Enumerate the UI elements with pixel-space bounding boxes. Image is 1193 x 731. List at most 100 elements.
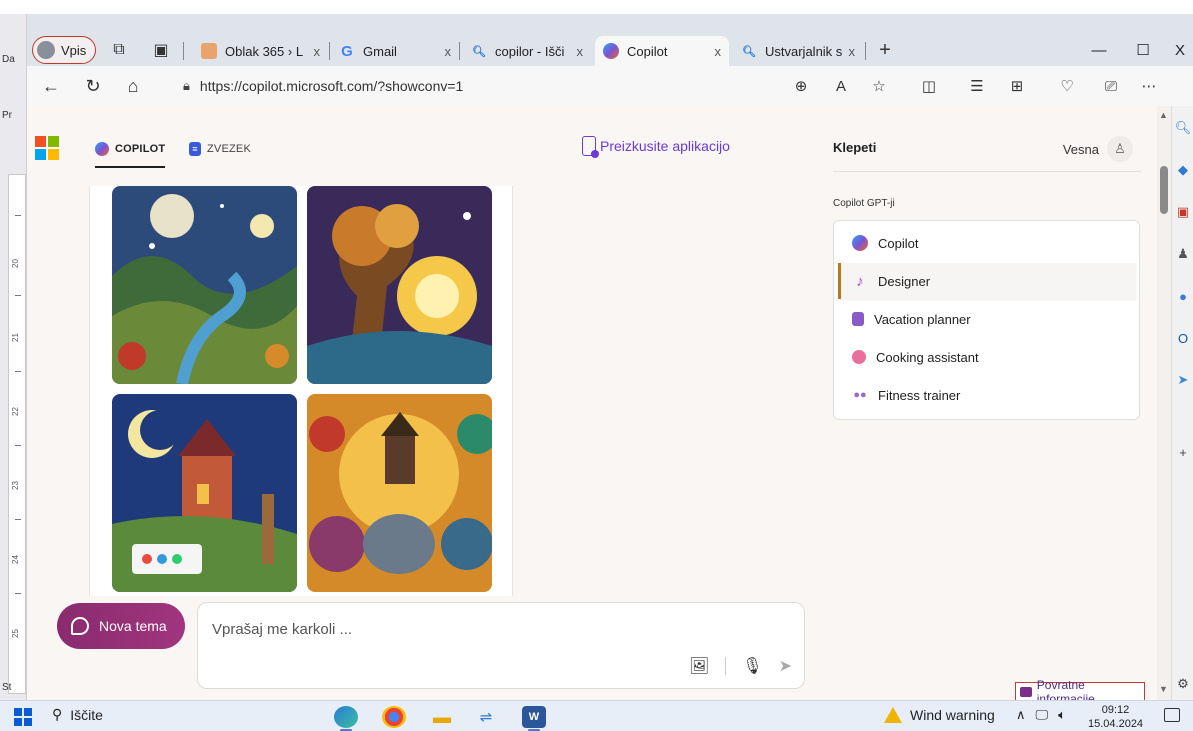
gpt-item-cooking-assistant[interactable]: Cooking assistant [838,339,1136,375]
weather-widget[interactable]: Wind warning [884,707,995,723]
favorites-icon[interactable]: ☰ [967,76,987,96]
chrome-icon[interactable] [382,706,406,728]
maximize-button[interactable]: ☐ [1123,36,1163,64]
close-window-button[interactable]: X [1167,36,1193,64]
teams-icon[interactable]: ⇌ [474,706,498,728]
user-menu[interactable]: Vesna ♙ [1063,136,1133,162]
try-app-link[interactable]: Preizkusite aplikacijo [582,136,730,158]
scroll-thumb[interactable] [1160,166,1168,214]
weather-label: Wind warning [910,707,995,723]
settings-icon[interactable]: ⚙ [1175,676,1191,692]
refresh-icon[interactable]: ↻ [83,76,103,96]
tab-close-icon[interactable]: x [843,44,856,59]
file-explorer-icon[interactable]: ▬ [430,706,454,728]
new-topic-button[interactable]: Nova tema [57,603,185,649]
gpt-item-fitness-trainer[interactable]: ●● Fitness trainer [838,377,1136,413]
tab-copilot-mode[interactable]: COPILOT [95,134,166,168]
ruler-tick: 24 [10,555,20,564]
gpt-item-designer[interactable]: ♪ Designer [838,263,1136,299]
home-icon[interactable]: ⌂ [123,76,143,96]
workspaces-icon[interactable]: ⧉ [109,40,129,60]
search-icon[interactable]: 🔍︎ [1175,120,1192,136]
tab-ustvarjalnik[interactable]: 🔍︎ Ustvarjalnik s x [733,36,863,66]
tab-oblak365[interactable]: Oblak 365 › L x [193,36,328,66]
tab-notebook[interactable]: ≡ ZVEZEK [189,134,251,164]
clock[interactable]: 09:12 15.04.2024 [1088,703,1143,731]
ask-placeholder: Vprašaj me karkoli ... [212,621,353,638]
shopping-icon[interactable]: ◆ [1175,162,1191,178]
send-icon[interactable]: ➤ [779,656,792,676]
generated-image-3[interactable] [112,394,297,592]
microsoft-logo-icon[interactable] [35,136,59,160]
new-topic-label: Nova tema [99,618,167,634]
chats-header: Klepeti Vesna ♙ [833,136,1141,172]
minimize-button[interactable]: — [1079,36,1119,64]
tab-label: ZVEZEK [207,143,251,155]
taskbar-search[interactable]: ⚲ Iščite [52,706,103,723]
tab-copilor-search[interactable]: 🔍︎ copilor - Išči x [463,36,591,66]
notebook-icon: ≡ [189,142,201,156]
network-icon[interactable]: 🖵︎ [1036,707,1049,723]
tab-close-icon[interactable]: x [308,44,321,59]
tab-close-icon[interactable]: x [571,44,584,59]
screen: Da Pr 20 21 22 23 24 25 St Vpis ⧉ ▣ Obla… [0,0,1193,731]
add-icon[interactable]: + [1175,444,1191,460]
more-options-icon[interactable]: ⋯ [1139,76,1159,96]
ruler-tick: 22 [10,407,20,416]
generated-image-4[interactable] [307,394,492,592]
microphone-icon[interactable]: 🎙︎ [742,656,762,676]
windows-start-icon[interactable] [14,708,32,726]
gpts-label: Copilot GPT-ji [833,198,895,209]
ruler-tick: 25 [10,629,20,638]
gpt-item-copilot[interactable]: Copilot [838,225,1136,261]
collections-icon[interactable]: ⊞ [1007,76,1027,96]
drop-icon[interactable]: ➤ [1175,372,1191,388]
back-arrow-icon[interactable]: ← [41,76,61,96]
page-scrollbar[interactable]: ▲ ▼ [1157,106,1171,700]
word-left-label: Pr [2,110,12,121]
scroll-up-icon[interactable]: ▲ [1159,110,1168,120]
phone-app-icon [582,136,599,158]
word-left-label: Da [2,54,15,65]
tab-close-icon[interactable]: x [439,44,452,59]
read-aloud-icon[interactable]: A [831,76,851,96]
games-icon[interactable]: ♟ [1175,246,1191,262]
favorite-star-icon[interactable]: ☆ [869,76,889,96]
generated-image-1[interactable] [112,186,297,384]
scroll-down-icon[interactable]: ▼ [1159,684,1168,694]
microsoft365-icon[interactable]: ● [1175,288,1191,304]
page-content: COPILOT ≡ ZVEZEK Preizkusite aplikacijo [27,106,1157,706]
outlook-icon[interactable]: O [1175,330,1191,346]
edge-icon[interactable] [334,706,358,731]
image-upload-icon[interactable]: 🖼︎ [689,656,709,676]
browser-essentials-icon[interactable]: ♡ [1057,76,1077,96]
feedback-button[interactable]: Povratne informacije [1015,678,1145,706]
ruler-tick: 23 [10,481,20,490]
lock-icon: 🔒︎ [183,78,190,93]
volume-icon[interactable]: 🔈︎ [1058,707,1066,723]
new-tab-button[interactable]: + [875,39,895,61]
gpt-label: Cooking assistant [876,349,979,365]
word-icon[interactable]: W [522,706,546,731]
divider [725,657,727,675]
ask-input[interactable]: Vprašaj me karkoli ... 🖼︎ 🎙︎ ➤ [197,602,805,689]
tab-gmail[interactable]: G Gmail x [331,36,459,66]
new-topic-icon [71,617,89,635]
system-tray[interactable]: ∧ 🖵︎ 🔈︎ [1016,707,1066,723]
split-screen-icon[interactable]: ◫ [919,76,939,96]
notifications-icon[interactable] [1164,708,1180,722]
tab-actions-icon[interactable]: ▣ [151,40,171,60]
ruler-mark [15,215,21,216]
screenshot-icon[interactable]: ⎚ [1101,76,1121,96]
gpt-item-vacation-planner[interactable]: Vacation planner [838,301,1136,337]
google-icon: G [341,42,353,60]
address-bar[interactable]: 🔒︎ https://copilot.microsoft.com/?showco… [169,70,869,102]
chevron-up-icon[interactable]: ∧ [1016,707,1026,723]
tools-icon[interactable]: ▣ [1175,204,1191,220]
gpt-label: Copilot [878,235,919,251]
tab-copilot[interactable]: Copilot x [595,36,729,66]
zoom-icon[interactable]: ⊕ [791,76,811,96]
tab-close-icon[interactable]: x [709,44,722,59]
generated-image-2[interactable] [307,186,492,384]
profile-button[interactable]: Vpis [32,36,96,64]
